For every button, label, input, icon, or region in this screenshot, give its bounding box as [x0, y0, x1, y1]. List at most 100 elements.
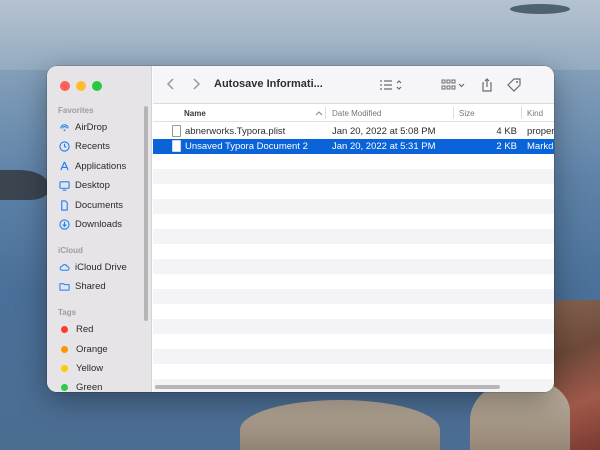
- sidebar-item-label: Green: [76, 381, 103, 393]
- document-file-icon: [172, 140, 181, 152]
- file-size: 4 KB: [496, 126, 517, 137]
- sidebar-tag-green[interactable]: Green: [58, 379, 102, 392]
- favorites-section-label: Favorites: [58, 106, 94, 115]
- list-view-icon: [380, 80, 402, 90]
- sort-chevron-up-icon: [315, 109, 323, 118]
- column-size-header[interactable]: Size: [459, 109, 475, 118]
- file-row[interactable]: abnerworks.Typora.plist Jan 20, 2022 at …: [153, 124, 554, 139]
- window-controls: [60, 81, 102, 91]
- sidebar-item-label: Yellow: [76, 362, 104, 374]
- empty-row: [153, 259, 554, 274]
- zoom-button[interactable]: [92, 81, 102, 91]
- wallpaper-island: [510, 4, 570, 14]
- share-icon: [482, 78, 492, 92]
- sidebar-item-label: iCloud Drive: [75, 261, 127, 273]
- yellow-tag-icon: [61, 364, 68, 372]
- column-divider: [325, 107, 326, 119]
- sidebar-item-label: Orange: [76, 343, 108, 355]
- sidebar-tag-red[interactable]: Red: [58, 321, 93, 337]
- sidebar-scrollbar[interactable]: [144, 106, 148, 321]
- file-name: Unsaved Typora Document 2: [185, 141, 308, 152]
- file-name: abnerworks.Typora.plist: [185, 126, 286, 137]
- file-row-selected[interactable]: Unsaved Typora Document 2 Jan 20, 2022 a…: [153, 139, 554, 154]
- sidebar-item-label: Downloads: [75, 218, 122, 230]
- sidebar-item-label: Shared: [75, 280, 106, 292]
- close-button[interactable]: [60, 81, 70, 91]
- group-button[interactable]: [441, 76, 467, 94]
- file-list: Name Date Modified Size Kind abnerworks.…: [153, 104, 554, 392]
- icloud-section-label: iCloud: [58, 246, 83, 255]
- empty-row: [153, 199, 554, 214]
- empty-row: [153, 304, 554, 319]
- file-kind: proper: [527, 126, 554, 137]
- back-button[interactable]: [166, 77, 176, 94]
- empty-row: [153, 214, 554, 229]
- share-button[interactable]: [480, 76, 494, 94]
- sidebar-item-label: Desktop: [75, 179, 110, 191]
- wallpaper-sky: [0, 0, 600, 70]
- empty-row: [153, 319, 554, 334]
- view-options-button[interactable]: [379, 76, 405, 94]
- horizontal-scrollbar[interactable]: [155, 385, 500, 389]
- sidebar-item-icloud-drive[interactable]: iCloud Drive: [58, 259, 127, 275]
- document-icon: [58, 199, 70, 211]
- column-divider: [521, 107, 522, 119]
- sidebar-item-label: Recents: [75, 140, 110, 152]
- clock-icon: [58, 140, 70, 152]
- chevron-right-icon: [193, 78, 201, 90]
- empty-row: [153, 364, 554, 379]
- empty-row: [153, 334, 554, 349]
- column-date-header[interactable]: Date Modified: [332, 109, 381, 118]
- wallpaper-rocks: [240, 400, 440, 450]
- sidebar: Favorites AirDrop Recents Applications D…: [47, 66, 152, 392]
- tags-section-label: Tags: [58, 308, 77, 317]
- applications-icon: [58, 160, 70, 172]
- empty-row: [153, 229, 554, 244]
- empty-row: [153, 244, 554, 259]
- file-size: 2 KB: [496, 141, 517, 152]
- wallpaper-rock: [0, 170, 50, 200]
- sidebar-item-label: Documents: [75, 199, 124, 211]
- sidebar-item-label: Applications: [75, 160, 127, 172]
- sidebar-item-downloads[interactable]: Downloads: [58, 216, 122, 232]
- sidebar-item-label: AirDrop: [75, 121, 108, 133]
- empty-row: [153, 169, 554, 184]
- tag-icon: [507, 78, 521, 92]
- cloud-icon: [58, 261, 70, 273]
- desktop-icon: [58, 179, 70, 191]
- sidebar-item-recents[interactable]: Recents: [58, 138, 110, 154]
- red-tag-icon: [61, 325, 68, 333]
- file-date: Jan 20, 2022 at 5:31 PM: [332, 141, 436, 152]
- forward-button[interactable]: [191, 77, 201, 94]
- column-header: Name Date Modified Size Kind: [153, 104, 554, 122]
- empty-row: [153, 289, 554, 304]
- chevron-double-right-icon: [553, 78, 554, 92]
- sidebar-tag-yellow[interactable]: Yellow: [58, 360, 103, 376]
- more-toolbar-button[interactable]: [553, 76, 554, 94]
- download-icon: [58, 218, 70, 230]
- orange-tag-icon: [61, 345, 68, 353]
- column-name-header[interactable]: Name: [184, 109, 206, 118]
- sidebar-item-desktop[interactable]: Desktop: [58, 177, 110, 193]
- file-date: Jan 20, 2022 at 5:08 PM: [332, 126, 436, 137]
- tag-button[interactable]: [507, 76, 521, 94]
- shared-folder-icon: [58, 280, 70, 292]
- window-title: Autosave Informati...: [214, 78, 323, 90]
- sidebar-item-airdrop[interactable]: AirDrop: [58, 119, 107, 135]
- sidebar-item-label: Red: [76, 323, 94, 335]
- empty-row: [153, 184, 554, 199]
- empty-row: [153, 349, 554, 364]
- empty-row: [153, 154, 554, 169]
- green-tag-icon: [61, 383, 68, 391]
- sidebar-item-applications[interactable]: Applications: [58, 158, 126, 174]
- sidebar-item-shared[interactable]: Shared: [58, 278, 106, 294]
- plist-file-icon: [172, 125, 181, 137]
- minimize-button[interactable]: [76, 81, 86, 91]
- grid-icon: [441, 79, 465, 90]
- sidebar-tag-orange[interactable]: Orange: [58, 341, 108, 357]
- airdrop-icon: [58, 121, 70, 133]
- sidebar-item-documents[interactable]: Documents: [58, 197, 123, 213]
- finder-window: Favorites AirDrop Recents Applications D…: [47, 66, 554, 392]
- column-divider: [453, 107, 454, 119]
- column-kind-header[interactable]: Kind: [527, 109, 543, 118]
